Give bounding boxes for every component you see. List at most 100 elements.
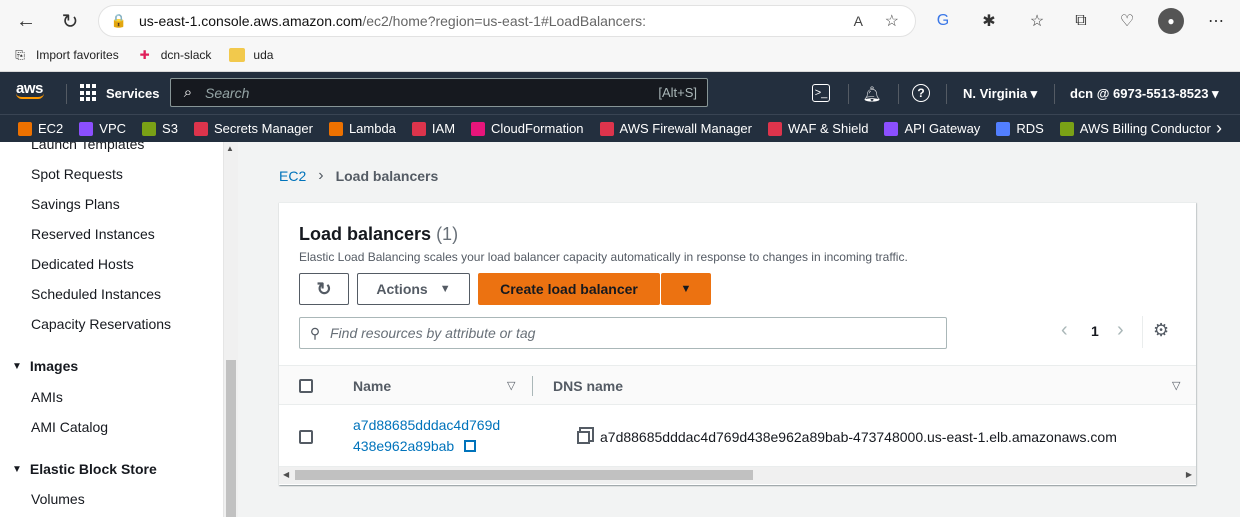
favorite-service-waf-shield[interactable]: WAF & Shield	[768, 121, 868, 136]
sidebar-scrollbar[interactable]: ▲	[223, 142, 238, 517]
service-icon	[996, 121, 1011, 136]
favorite-service-lambda[interactable]: Lambda	[328, 121, 396, 136]
grid-icon	[80, 84, 98, 102]
service-icon	[328, 121, 343, 136]
sidebar-item-reserved-instances[interactable]: Reserved Instances	[31, 226, 155, 242]
gear-icon[interactable]: ⚙	[1153, 320, 1169, 341]
back-icon[interactable]: ←	[10, 5, 42, 37]
create-load-balancer-button[interactable]: Create load balancer	[478, 273, 660, 305]
refresh-icon[interactable]: ↻	[54, 5, 86, 37]
page-title: Load balancers (1)	[299, 224, 459, 244]
sidebar-item-savings-plans[interactable]: Savings Plans	[31, 196, 120, 212]
prev-page-icon[interactable]: ‹	[1061, 319, 1068, 342]
search-icon: ⌕	[183, 84, 193, 101]
favorites-bar: ⎘ Import favorites ✚ dcn-slack uda	[0, 42, 279, 68]
scroll-right-icon[interactable]: ▶	[1186, 470, 1192, 479]
favorite-dcn-slack[interactable]: ✚ dcn-slack	[137, 48, 212, 62]
scroll-up-icon[interactable]: ▲	[226, 144, 234, 153]
sidebar-item-volumes[interactable]: Volumes	[31, 491, 85, 507]
table-row[interactable]: a7d88685dddac4d769d 438e962a89bab a7d886…	[279, 405, 1196, 467]
page-number[interactable]: 1	[1091, 323, 1099, 339]
breadcrumb-current: Load balancers	[335, 168, 439, 184]
health-icon[interactable]: ♡	[1114, 8, 1140, 34]
sidebar-item-launch-templates[interactable]: Launch Templates	[31, 142, 144, 152]
breadcrumb-ec2[interactable]: EC2	[279, 168, 306, 184]
help-icon[interactable]: ?	[912, 84, 930, 102]
address-bar[interactable]: 🔒 us-east-1.console.aws.amazon.com /ec2/…	[98, 5, 916, 37]
sidebar-item-dedicated-hosts[interactable]: Dedicated Hosts	[31, 256, 134, 272]
table-header: Name ▽ DNS name ▽	[279, 365, 1196, 405]
service-icon	[599, 121, 614, 136]
favorite-import[interactable]: ⎘ Import favorites	[12, 48, 119, 63]
service-icon	[1059, 121, 1074, 136]
service-icon	[142, 121, 157, 136]
copy-icon[interactable]	[577, 430, 590, 444]
console-search-input[interactable]: ⌕ Search [Alt+S]	[170, 78, 708, 107]
sidebar-item-ami-catalog[interactable]: AMI Catalog	[31, 419, 108, 435]
service-icon	[884, 121, 899, 136]
favorite-service-ec2[interactable]: EC2	[18, 121, 63, 136]
next-page-icon[interactable]: ›	[1117, 319, 1124, 342]
services-menu[interactable]: Services	[80, 84, 160, 102]
column-header-dns-name[interactable]: DNS name	[553, 378, 623, 394]
avatar[interactable]: ●	[1158, 8, 1184, 34]
create-dropdown-button[interactable]: ▼	[661, 273, 711, 305]
caret-down-icon: ▼	[12, 360, 22, 372]
slack-icon: ✚	[139, 48, 150, 62]
favorite-service-vpc[interactable]: VPC	[79, 121, 126, 136]
table-scroll-thumb[interactable]	[295, 470, 753, 480]
load-balancers-panel: Load balancers (1) Elastic Load Balancin…	[279, 202, 1196, 485]
service-icon	[193, 121, 208, 136]
favorite-service-secrets-manager[interactable]: Secrets Manager	[193, 121, 313, 136]
sidebar-section-images[interactable]: ▼ Images	[12, 358, 78, 374]
favorite-service-s3[interactable]: S3	[142, 121, 178, 136]
favorite-service-aws-firewall-manager[interactable]: AWS Firewall Manager	[599, 121, 752, 136]
sidebar: Launch Templates Spot Requests Savings P…	[0, 142, 238, 517]
search-input[interactable]: ⚲ Find resources by attribute or tag	[299, 317, 947, 349]
search-shortcut: [Alt+S]	[658, 85, 697, 100]
url-host: us-east-1.console.aws.amazon.com	[139, 13, 363, 29]
refresh-button[interactable]: ↻	[299, 273, 349, 305]
scroll-right-icon[interactable]: ›	[1216, 118, 1222, 139]
account-menu[interactable]: dcn @ 6973-5513-8523 ▾	[1070, 86, 1219, 102]
region-selector[interactable]: N. Virginia ▾	[963, 86, 1037, 102]
notifications-icon[interactable]: 🔔︎	[862, 84, 882, 104]
favorite-service-aws-billing-conductor[interactable]: AWS Billing Conductor	[1059, 121, 1211, 136]
sidebar-item-spot-requests[interactable]: Spot Requests	[31, 166, 123, 182]
url-path: /ec2/home?region=us-east-1#LoadBalancers…	[362, 13, 647, 29]
favorites-icon[interactable]: ☆	[1024, 8, 1050, 34]
extensions-icon[interactable]: ✱	[976, 8, 1002, 34]
select-all-checkbox[interactable]	[299, 379, 313, 393]
aws-logo[interactable]: aws	[16, 80, 44, 99]
read-aloud-icon[interactable]: A	[854, 13, 863, 29]
service-icon	[768, 121, 782, 136]
more-icon[interactable]: ⋯	[1203, 8, 1229, 34]
sort-icon[interactable]: ▽	[507, 379, 515, 392]
cloudshell-icon[interactable]: >_	[812, 84, 830, 102]
sidebar-item-scheduled-instances[interactable]: Scheduled Instances	[31, 286, 161, 302]
browser-chrome: ← ↻ 🔒 us-east-1.console.aws.amazon.com /…	[0, 0, 1240, 72]
sidebar-item-capacity-reservations[interactable]: Capacity Reservations	[31, 316, 171, 332]
sidebar-section-elastic-block-store[interactable]: ▼ Elastic Block Store	[12, 461, 157, 477]
favorite-uda[interactable]: uda	[229, 48, 273, 62]
sort-icon[interactable]: ▽	[1172, 379, 1180, 392]
row-checkbox[interactable]	[299, 430, 313, 444]
translate-icon[interactable]: G	[930, 8, 956, 34]
favorite-service-api-gateway[interactable]: API Gateway	[884, 121, 980, 136]
table-horizontal-scrollbar[interactable]: ◀ ▶	[279, 467, 1196, 484]
collections-icon[interactable]: ⧉	[1068, 8, 1094, 34]
star-icon[interactable]: ☆	[885, 11, 899, 31]
load-balancer-name-link[interactable]: a7d88685dddac4d769d 438e962a89bab	[353, 415, 513, 457]
service-icon	[79, 121, 94, 136]
scroll-left-icon[interactable]: ◀	[283, 470, 289, 479]
sidebar-scroll-thumb[interactable]	[226, 360, 236, 517]
actions-button[interactable]: Actions ▼	[357, 273, 470, 305]
favorite-service-rds[interactable]: RDS	[996, 121, 1044, 136]
favorite-service-iam[interactable]: IAM	[411, 121, 455, 136]
dns-name-cell: a7d88685dddac4d769d438e962a89bab-4737480…	[577, 429, 1117, 445]
aws-top-nav: aws Services ⌕ Search [Alt+S] >_ 🔔︎ ? N.…	[0, 72, 1240, 114]
favorite-service-cloudformation[interactable]: CloudFormation	[471, 121, 584, 136]
item-count: (1)	[436, 224, 459, 244]
sidebar-item-amis[interactable]: AMIs	[31, 389, 63, 405]
column-header-name[interactable]: Name	[353, 378, 391, 394]
